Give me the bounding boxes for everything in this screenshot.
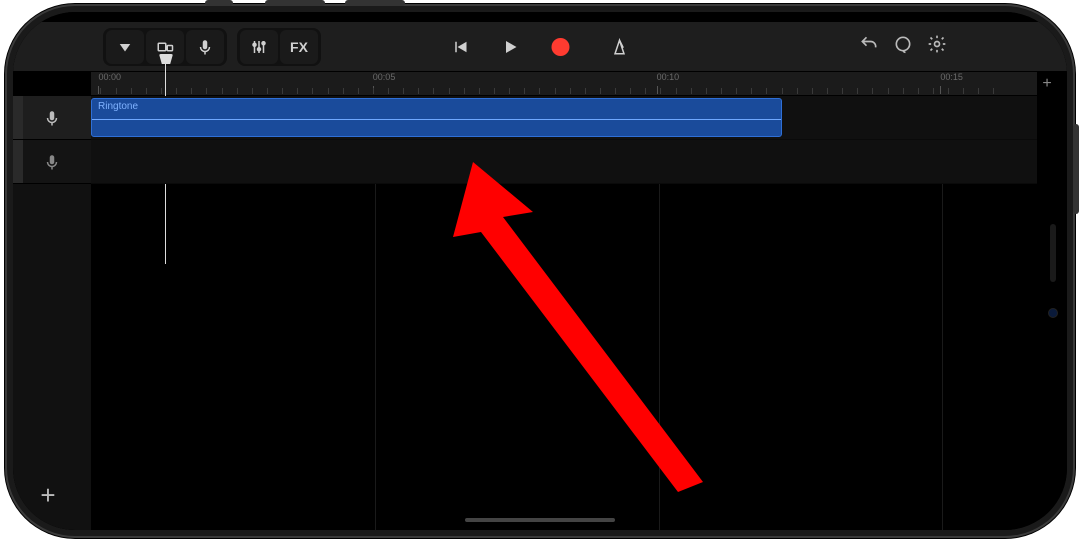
record-button[interactable] — [542, 30, 580, 64]
tracks-area: Ringtone — [13, 96, 1067, 530]
track-lane[interactable] — [91, 140, 1037, 184]
mic-icon — [43, 153, 61, 171]
audio-region[interactable]: Ringtone — [91, 98, 782, 137]
add-section-button[interactable]: + — [1037, 72, 1057, 96]
play-button[interactable] — [492, 30, 530, 64]
mix-group: FX — [237, 28, 321, 66]
home-indicator[interactable] — [465, 518, 615, 522]
fx-button[interactable]: FX — [280, 30, 318, 64]
screen: FX — [13, 12, 1067, 530]
track-view-dropdown[interactable] — [106, 30, 144, 64]
ruler-mark: 00:05 — [373, 72, 396, 82]
device-button — [1073, 124, 1079, 214]
track-header[interactable] — [13, 140, 91, 184]
add-track-button[interactable]: + — [33, 480, 63, 510]
view-group — [103, 28, 227, 66]
settings-button[interactable] — [927, 34, 947, 59]
toolbar: FX — [13, 22, 1067, 72]
ruler-mark: 00:15 — [940, 72, 963, 82]
track-lane[interactable]: Ringtone — [91, 96, 1037, 140]
mic-icon[interactable] — [186, 30, 224, 64]
track-header[interactable] — [13, 96, 91, 140]
transport-controls — [441, 30, 640, 64]
ruler-mark: 00:00 — [98, 72, 121, 82]
mic-icon — [43, 109, 61, 127]
ruler-mark: 00:10 — [657, 72, 680, 82]
garageband-app: FX — [13, 12, 1067, 530]
mixer-icon[interactable] — [240, 30, 278, 64]
region-label: Ringtone — [98, 101, 138, 112]
browser-button[interactable] — [146, 30, 184, 64]
loop-button[interactable] — [893, 34, 913, 59]
device-button — [205, 0, 233, 6]
device-notch — [1039, 171, 1067, 371]
undo-button[interactable] — [859, 34, 879, 59]
timeline-ruler[interactable]: 00:00 00:05 00:10 00:15 + — [91, 72, 1037, 96]
toolbar-right — [859, 34, 977, 59]
rewind-button[interactable] — [442, 30, 480, 64]
device-frame: FX — [5, 4, 1075, 538]
metronome-icon[interactable] — [601, 30, 639, 64]
device-button — [345, 0, 405, 6]
track-headers — [13, 96, 91, 530]
device-button — [265, 0, 325, 6]
track-lanes[interactable]: Ringtone — [91, 96, 1037, 530]
